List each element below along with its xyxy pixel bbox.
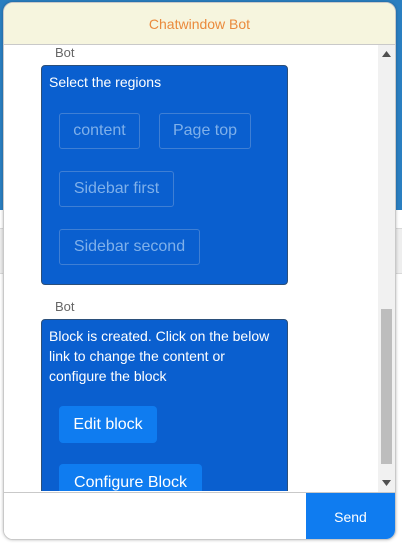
scroll-down-arrow[interactable] <box>378 476 395 490</box>
region-option-page-top[interactable]: Page top <box>159 113 251 149</box>
edit-block-button[interactable]: Edit block <box>59 406 157 443</box>
bot-message: Bot Block is created. Click on the below… <box>41 299 288 491</box>
message-text: Block is created. Click on the below lin… <box>49 328 270 384</box>
configure-block-button[interactable]: Configure Block <box>59 464 202 491</box>
scroll-thumb[interactable] <box>381 309 392 464</box>
region-option-sidebar-first[interactable]: Sidebar first <box>59 171 174 207</box>
message-bubble: Block is created. Click on the below lin… <box>41 319 288 491</box>
region-option-sidebar-second[interactable]: Sidebar second <box>59 229 200 265</box>
bot-message: Bot Select the regions content Page top … <box>41 45 288 285</box>
message-bubble: Select the regions content Page top Side… <box>41 65 288 285</box>
triangle-up-icon <box>382 51 391 57</box>
message-sender: Bot <box>55 299 75 314</box>
chat-header[interactable]: Chatwindow Bot <box>4 3 395 45</box>
composer: Send <box>4 492 395 539</box>
triangle-down-icon <box>382 480 391 486</box>
message-sender: Bot <box>55 45 75 60</box>
message-input[interactable] <box>4 493 306 539</box>
message-text: Select the regions <box>49 74 162 90</box>
scroll-up-arrow[interactable] <box>378 47 395 61</box>
send-button[interactable]: Send <box>306 493 395 539</box>
chat-window: Chatwindow Bot Bot Select the regions co… <box>3 2 396 540</box>
region-option-content[interactable]: content <box>59 113 140 149</box>
chat-title: Chatwindow Bot <box>148 15 251 32</box>
message-scrollbar[interactable] <box>378 45 395 492</box>
message-list[interactable]: Bot Select the regions content Page top … <box>4 45 380 491</box>
